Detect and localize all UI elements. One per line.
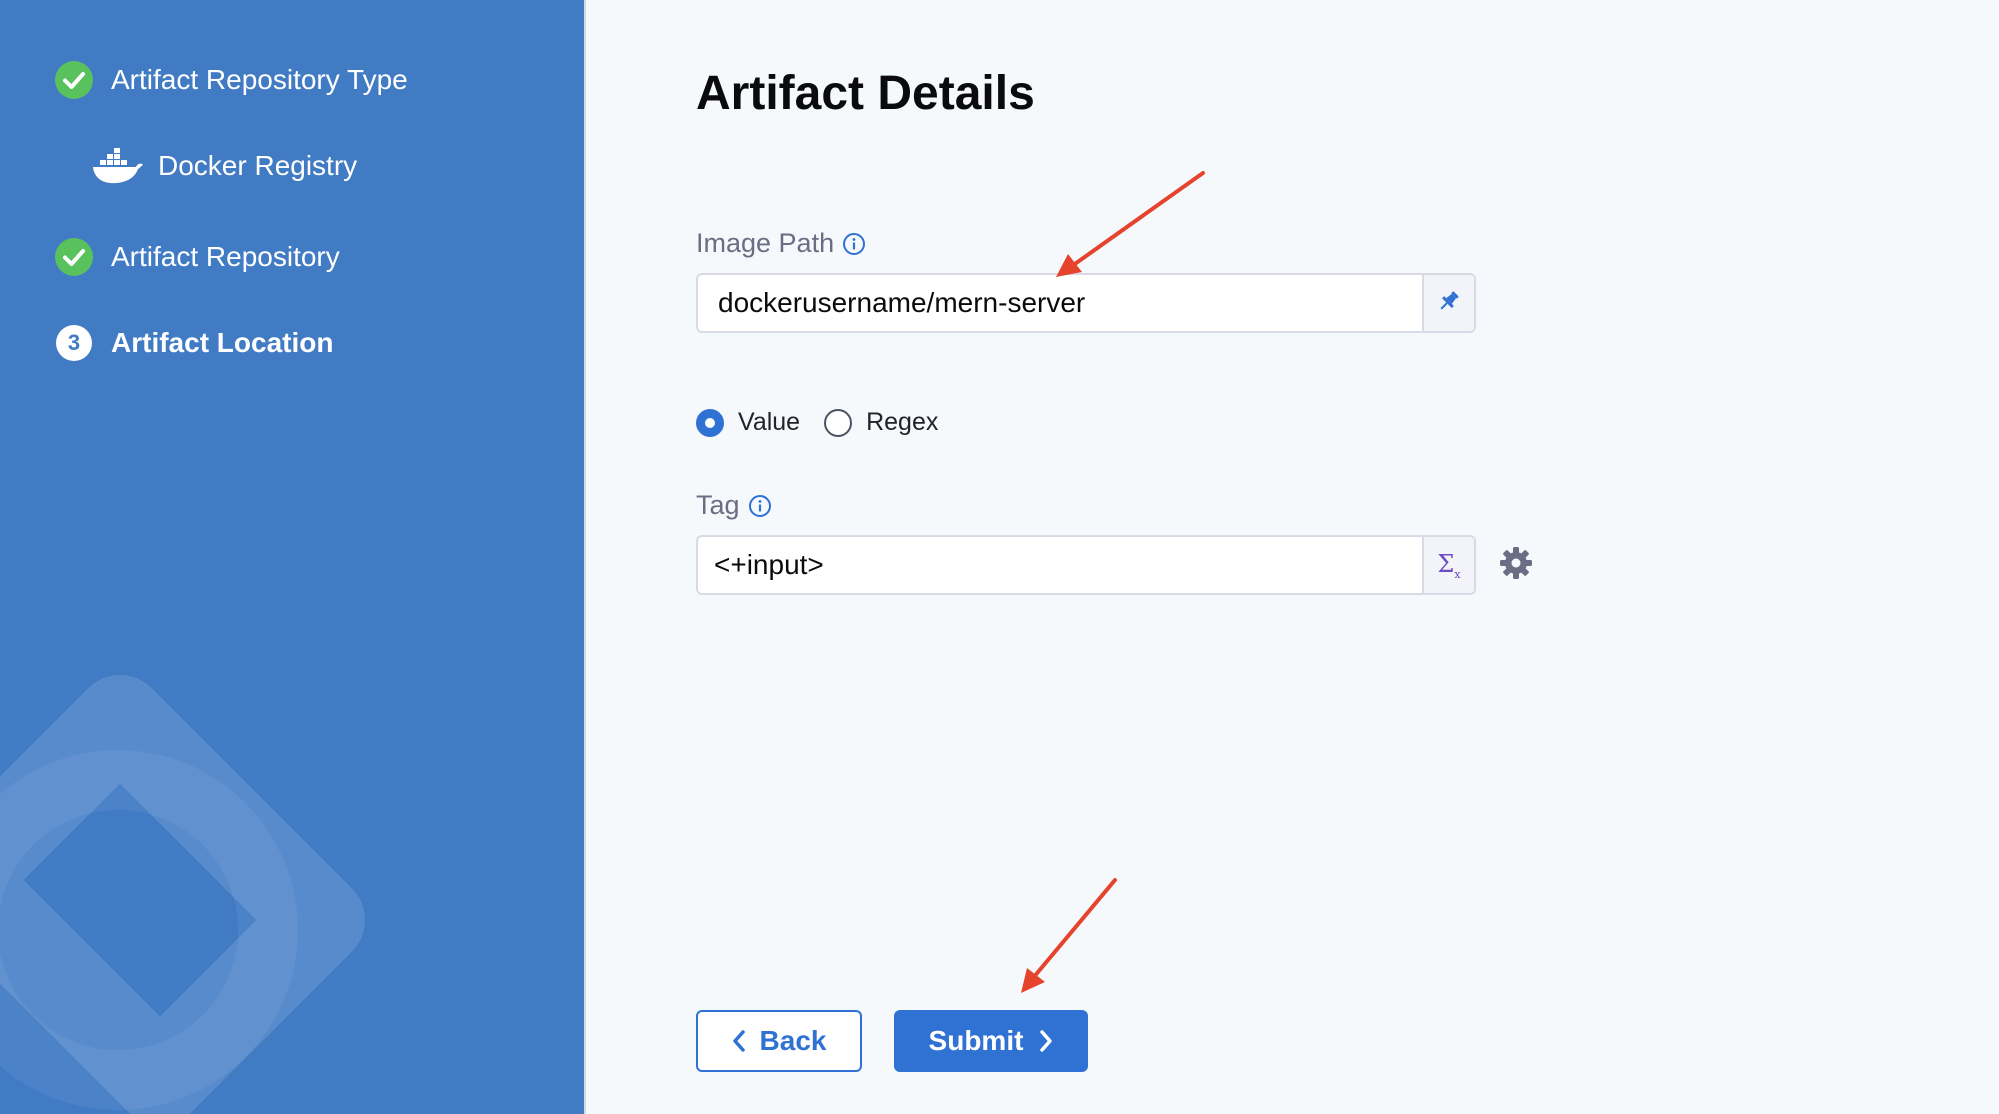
step-number-badge: 3 <box>54 323 94 363</box>
image-path-label-text: Image Path <box>696 228 835 258</box>
radio-regex[interactable]: Regex <box>824 408 938 437</box>
image-path-field[interactable]: dockerusername/mern-server <box>696 273 1476 333</box>
back-button-label: Back <box>759 1025 827 1056</box>
back-button[interactable]: Back <box>696 1010 862 1072</box>
check-circle-icon <box>54 60 94 100</box>
info-icon[interactable] <box>842 232 866 256</box>
tag-input[interactable]: <+input> <box>698 537 1422 593</box>
wizard-sidebar: Artifact Repository Type Docker Registry… <box>0 0 586 1114</box>
sigma-glyph: Σ <box>1437 549 1455 578</box>
step-docker-registry[interactable]: Docker Registry <box>92 146 357 186</box>
tag-label: Tag <box>696 490 772 521</box>
gear-icon[interactable] <box>1498 545 1534 586</box>
step-label: Artifact Location <box>111 327 334 358</box>
radio-value[interactable]: Value <box>696 408 800 437</box>
step-label: Docker Registry <box>158 150 358 181</box>
tag-field[interactable]: <+input> Σx <box>696 535 1476 595</box>
fixed-value-button[interactable] <box>1422 275 1474 331</box>
chevron-right-icon <box>1039 1030 1053 1052</box>
step-artifact-repository-type[interactable]: Artifact Repository Type <box>54 60 408 100</box>
step-label: Artifact Repository <box>111 241 340 272</box>
page-title: Artifact Details <box>696 67 1035 120</box>
runtime-input-button[interactable]: Σx <box>1422 537 1474 593</box>
step-artifact-repository[interactable]: Artifact Repository <box>54 237 340 277</box>
submit-button[interactable]: Submit <box>894 1010 1088 1072</box>
radio-label: Value <box>738 408 801 436</box>
chevron-left-icon <box>732 1030 746 1052</box>
sigma-icon: Σx <box>1437 549 1461 581</box>
tag-type-radio-group: Value Regex <box>696 408 962 437</box>
step-label: Artifact Repository Type <box>111 64 408 95</box>
step-artifact-location[interactable]: 3 Artifact Location <box>54 323 333 363</box>
radio-button-unchecked[interactable] <box>824 408 853 437</box>
image-path-input[interactable]: dockerusername/mern-server <box>698 275 1422 331</box>
radio-label: Regex <box>866 408 939 436</box>
step-number: 3 <box>56 325 92 361</box>
submit-button-label: Submit <box>928 1025 1024 1056</box>
image-path-label: Image Path <box>696 228 866 259</box>
tag-label-text: Tag <box>696 490 740 520</box>
check-circle-icon <box>54 237 94 277</box>
pin-icon <box>1436 288 1462 319</box>
info-icon[interactable] <box>748 494 772 518</box>
radio-button-checked[interactable] <box>696 408 724 437</box>
artifact-details-panel: Artifact Details Image Path dockeruserna… <box>586 0 1999 1114</box>
docker-icon <box>92 146 144 186</box>
